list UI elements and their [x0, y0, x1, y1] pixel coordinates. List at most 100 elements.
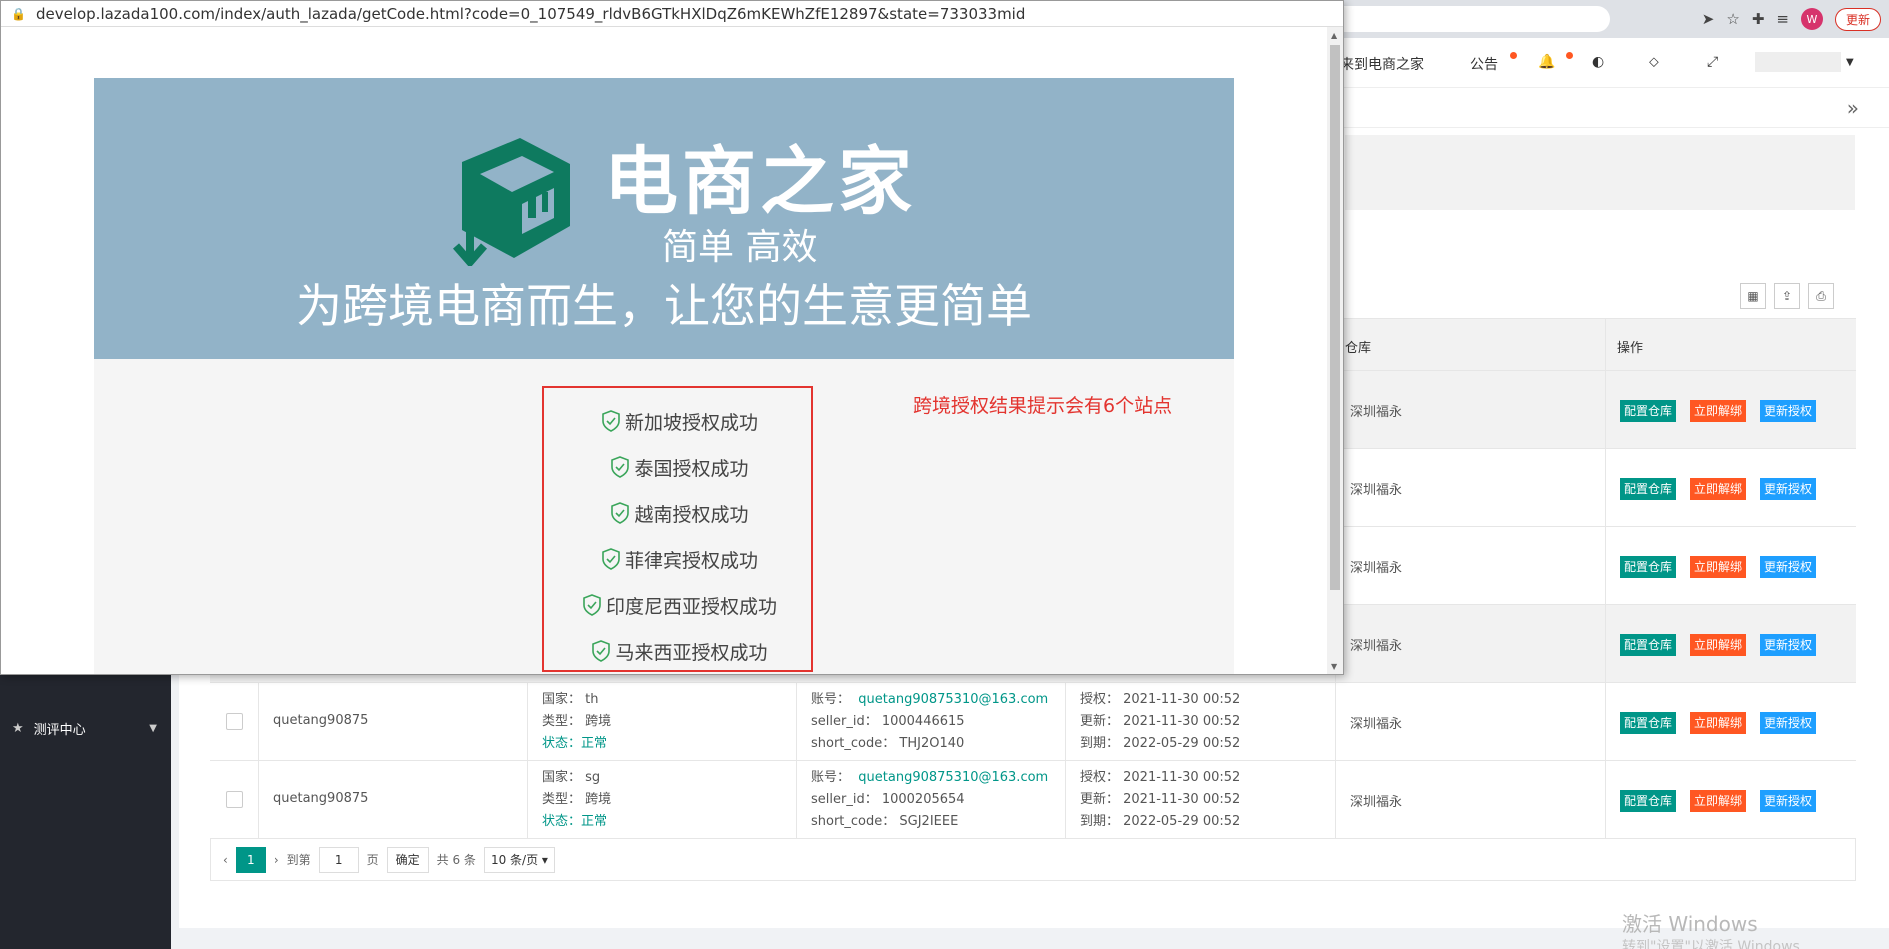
reauthorize-button[interactable]: 更新授权 [1760, 712, 1817, 734]
type-text: 类型： 跨境 [542, 714, 612, 729]
column-divider [796, 761, 797, 838]
browser-actions: ➤ ☆ ✚ ≡ W 更新 [1702, 0, 1881, 38]
column-divider [796, 683, 797, 760]
page-size-select[interactable]: 10 条/页 ▾ [483, 846, 555, 873]
table-toolbar: ▦ ⇪ ⎙ [1740, 283, 1834, 309]
brand-tagline: 简单 高效 [662, 227, 818, 268]
chevron-down-icon: ▼ [149, 722, 157, 734]
extensions-icon[interactable]: ✚ [1752, 10, 1765, 28]
announcement-link[interactable]: 公告 [1470, 54, 1498, 74]
columns-icon[interactable]: ▦ [1740, 283, 1766, 309]
column-divider [258, 683, 259, 760]
auth-result-item: 菲律宾授权成功 [544, 546, 815, 573]
shop-name: quetang90875 [273, 713, 369, 728]
auth-result-text: 越南授权成功 [634, 504, 749, 526]
status-label: 状态： [542, 814, 582, 829]
current-page[interactable]: 1 [235, 846, 266, 873]
account-email: quetang90875310@163.com [858, 692, 1049, 707]
scrollbar-thumb[interactable] [1330, 45, 1340, 590]
country-text: 国家： sg [542, 770, 601, 785]
config-warehouse-button[interactable]: 配置仓库 [1620, 556, 1677, 578]
table-row: quetang90875 国家： sg 类型： 跨境 状态：正常 账号： que… [210, 761, 1856, 839]
page-size-value: 10 条/页 [490, 853, 539, 867]
shop-info: 国家： th 类型： 跨境 状态：正常 [542, 689, 611, 755]
config-warehouse-button[interactable]: 配置仓库 [1620, 712, 1677, 734]
auth-result-item: 新加坡授权成功 [544, 408, 815, 435]
browser-update-button[interactable]: 更新 [1834, 7, 1881, 31]
row-checkbox[interactable] [226, 713, 243, 730]
row-checkbox[interactable] [226, 791, 243, 808]
brand-slogan: 为跨境电商而生，让您的生意更简单 [296, 279, 1032, 333]
profile-avatar[interactable]: W [1800, 8, 1823, 30]
sidebar-item-label: 测评中心 [33, 722, 86, 738]
column-divider [258, 761, 259, 838]
annotation-note: 跨境授权结果提示会有6个站点 [913, 395, 1173, 417]
expire-date: 到期： 2022-05-29 00:52 [1080, 736, 1241, 751]
short-code-text: short_code： THJ2O140 [811, 736, 965, 751]
page-label: 页 [366, 853, 379, 867]
expire-date: 到期： 2022-05-29 00:52 [1080, 814, 1241, 829]
unbind-button[interactable]: 立即解绑 [1690, 712, 1747, 734]
unbind-button[interactable]: 立即解绑 [1690, 400, 1747, 422]
unbind-button[interactable]: 立即解绑 [1690, 790, 1747, 812]
config-warehouse-button[interactable]: 配置仓库 [1620, 400, 1677, 422]
popup-address-bar[interactable]: 🔒 develop.lazada100.com/index/auth_lazad… [1, 1, 1343, 27]
filter-panel [1345, 135, 1855, 210]
windows-activation-watermark: 激活 Windows [1622, 912, 1758, 936]
account-info: 账号： quetang90875310@163.com seller_id： 1… [811, 689, 1048, 755]
export-icon[interactable]: ⇪ [1774, 283, 1800, 309]
account-label: 账号： [811, 692, 851, 707]
reauthorize-button[interactable]: 更新授权 [1760, 634, 1817, 656]
popup-scrollbar[interactable]: ▲ ▼ [1327, 27, 1343, 674]
reauthorize-button[interactable]: 更新授权 [1760, 556, 1817, 578]
warehouse-cell: 深圳福永 [1350, 561, 1403, 576]
goto-confirm-button[interactable]: 确定 [386, 846, 429, 873]
auth-result-text: 印度尼西亚授权成功 [605, 596, 777, 618]
shield-check-icon [592, 640, 611, 662]
row-actions: 配置仓库 立即解绑 更新授权 [1620, 400, 1817, 422]
short-code-text: short_code： SGJ2IEEE [811, 814, 959, 829]
reauthorize-button[interactable]: 更新授权 [1760, 790, 1817, 812]
palette-icon[interactable]: ◐ [1592, 54, 1604, 70]
row-actions: 配置仓库 立即解绑 更新授权 [1620, 790, 1817, 812]
auth-result-text: 新加坡授权成功 [624, 412, 758, 434]
prev-page-icon[interactable]: ‹ [223, 853, 228, 867]
send-icon[interactable]: ➤ [1702, 10, 1715, 28]
fullscreen-icon[interactable]: ⤢ [1707, 54, 1718, 70]
shop-info: 国家： sg 类型： 跨境 状态：正常 [542, 767, 611, 833]
unbind-button[interactable]: 立即解绑 [1690, 478, 1747, 500]
config-warehouse-button[interactable]: 配置仓库 [1620, 790, 1677, 812]
scroll-up-icon[interactable]: ▲ [1331, 31, 1337, 40]
print-icon[interactable]: ⎙ [1808, 283, 1834, 309]
unbind-button[interactable]: 立即解绑 [1690, 634, 1747, 656]
tab-more-icon[interactable]: » [1847, 96, 1859, 120]
unbind-button[interactable]: 立即解绑 [1690, 556, 1747, 578]
shield-check-icon [611, 502, 630, 524]
column-warehouse: 仓库 [1345, 341, 1372, 356]
sidebar-item-review-center[interactable]: ★ 测评中心 ▼ [0, 708, 171, 748]
address-bar[interactable] [1300, 6, 1610, 32]
seller-id-text: seller_id： 1000205654 [811, 792, 965, 807]
star-icon: ★ [12, 720, 24, 736]
announcement-dot [1510, 52, 1517, 59]
shield-check-icon [611, 456, 630, 478]
reauthorize-button[interactable]: 更新授权 [1760, 478, 1817, 500]
config-warehouse-button[interactable]: 配置仓库 [1620, 634, 1677, 656]
config-warehouse-button[interactable]: 配置仓库 [1620, 478, 1677, 500]
reauthorize-button[interactable]: 更新授权 [1760, 400, 1817, 422]
warehouse-cell: 深圳福永 [1350, 483, 1403, 498]
user-menu[interactable] [1755, 52, 1841, 72]
welcome-text: 来到电商之家 [1340, 57, 1424, 73]
bookmark-star-icon[interactable]: ☆ [1726, 10, 1739, 28]
scroll-down-icon[interactable]: ▼ [1331, 662, 1337, 671]
auth-result-item: 泰国授权成功 [544, 454, 815, 481]
user-menu-caret-icon[interactable]: ▼ [1846, 57, 1854, 68]
pagination: ‹ 1 › 到第 1 页 确定 共 6 条 10 条/页 ▾ [210, 839, 1856, 881]
bell-icon[interactable]: 🔔 [1538, 54, 1555, 70]
tag-icon[interactable]: ⬦ [1649, 54, 1659, 70]
goto-page-input[interactable]: 1 [318, 846, 359, 873]
windows-activation-hint: 转到"设置"以激活 Windows [1622, 939, 1800, 949]
reading-list-icon[interactable]: ≡ [1776, 10, 1789, 28]
date-info: 授权： 2021-11-30 00:52 更新： 2021-11-30 00:5… [1080, 767, 1240, 833]
next-page-icon[interactable]: › [274, 853, 279, 867]
